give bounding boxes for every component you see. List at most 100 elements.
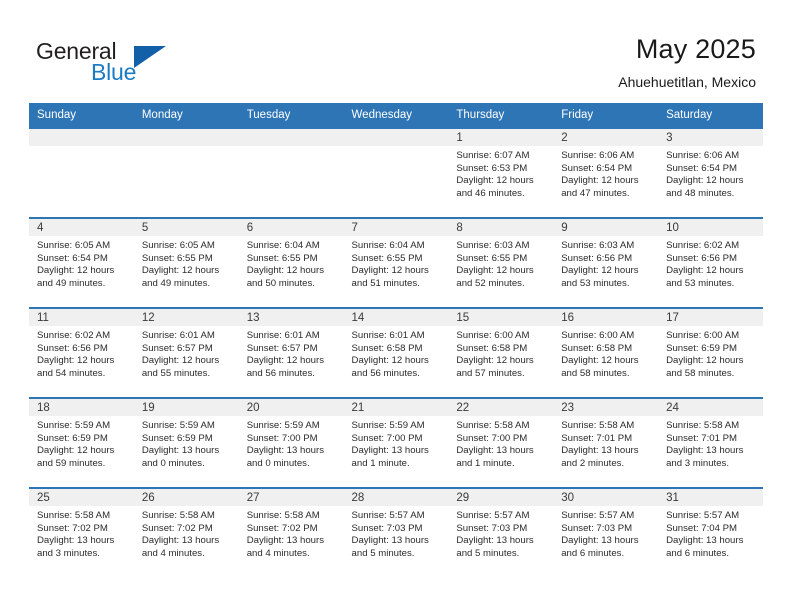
daylight-text-line1: Daylight: 12 hours bbox=[246, 355, 325, 367]
calendar-day-cell[interactable]: 25 Sunrise: 5:58 AM Sunset: 7:02 PM Dayligh… bbox=[29, 487, 134, 578]
calendar-day-cell[interactable]: 24 Sunrise: 5:58 AM Sunset: 7:01 PM Dayligh… bbox=[658, 397, 763, 488]
calendar-day-cell[interactable]: 31 Sunrise: 5:57 AM Sunset: 7:04 PM Dayligh… bbox=[658, 487, 763, 578]
calendar-day-cell[interactable]: 17 Sunrise: 6:00 AM Sunset: 6:59 PM Dayligh… bbox=[658, 307, 763, 398]
day-details: Sunrise: 6:03 AM Sunset: 6:56 PM Daylight:… bbox=[553, 236, 658, 290]
daylight-text-line1: Daylight: 12 hours bbox=[351, 355, 429, 367]
calendar-grid: Sunday Monday Tuesday Wednesday Thursday… bbox=[29, 103, 763, 578]
daylight-text-line2: and 59 minutes. bbox=[37, 457, 106, 469]
day-number: 10 bbox=[658, 220, 763, 236]
day-number: 26 bbox=[133, 490, 239, 506]
daylight-text-line1: Daylight: 12 hours bbox=[37, 445, 115, 457]
day-number: 14 bbox=[343, 310, 449, 326]
page-header: General Blue May 2025 Ahuehuetitlan, Mex… bbox=[0, 0, 792, 103]
daylight-text-line2: and 4 minutes. bbox=[141, 547, 205, 559]
calendar-day-cell[interactable]: 12 Sunrise: 6:01 AM Sunset: 6:57 PM Dayligh… bbox=[133, 307, 239, 398]
daylight-text-line1: Daylight: 13 hours bbox=[141, 445, 220, 457]
sunset-text: Sunset: 6:53 PM bbox=[456, 162, 528, 174]
calendar-day-cell[interactable]: 16 Sunrise: 6:00 AM Sunset: 6:58 PM Dayligh… bbox=[553, 307, 659, 398]
day-details: Sunrise: 6:05 AM Sunset: 6:54 PM Daylight:… bbox=[29, 236, 134, 290]
day-number: 18 bbox=[29, 400, 134, 416]
daylight-text-line2: and 49 minutes. bbox=[141, 277, 211, 289]
calendar-day-cell[interactable]: 5 Sunrise: 6:05 AM Sunset: 6:55 PM Daylight… bbox=[133, 217, 239, 308]
daylight-text-line2: and 58 minutes. bbox=[561, 367, 630, 379]
calendar-day-cell[interactable]: 10 Sunrise: 6:02 AM Sunset: 6:56 PM Dayligh… bbox=[658, 217, 763, 308]
title-block: May 2025 Ahuehuetitlan, Mexico bbox=[618, 33, 756, 91]
day-details: Sunrise: 5:59 AM Sunset: 7:00 PM Daylight:… bbox=[239, 416, 344, 470]
sunrise-text: Sunrise: 5:57 AM bbox=[351, 510, 425, 521]
sunset-text: Sunset: 7:03 PM bbox=[351, 522, 423, 534]
daylight-text-line2: and 51 minutes. bbox=[351, 277, 420, 289]
daylight-text-line1: Daylight: 12 hours bbox=[37, 355, 115, 367]
daylight-text-line1: Daylight: 13 hours bbox=[141, 535, 220, 547]
sunset-text: Sunset: 6:59 PM bbox=[141, 432, 213, 444]
calendar-day-cell[interactable]: 14 Sunrise: 6:01 AM Sunset: 6:58 PM Dayligh… bbox=[343, 307, 449, 398]
calendar-day-cell[interactable]: 15 Sunrise: 6:00 AM Sunset: 6:58 PM Dayligh… bbox=[448, 307, 554, 398]
sunrise-text: Sunrise: 6:00 AM bbox=[666, 330, 740, 341]
sunrise-text: Sunrise: 5:57 AM bbox=[666, 510, 740, 521]
calendar-day-cell[interactable]: 8 Sunrise: 6:03 AM Sunset: 6:55 PM Daylight… bbox=[448, 217, 554, 308]
calendar-day-cell[interactable]: 9 Sunrise: 6:03 AM Sunset: 6:56 PM Daylight… bbox=[553, 217, 659, 308]
sunset-text: Sunset: 6:54 PM bbox=[561, 162, 633, 174]
calendar-day-cell[interactable]: 6 Sunrise: 6:04 AM Sunset: 6:55 PM Daylight… bbox=[238, 217, 344, 308]
calendar-day-cell[interactable]: 27 Sunrise: 5:58 AM Sunset: 7:02 PM Dayligh… bbox=[238, 487, 344, 578]
sunrise-text: Sunrise: 5:58 AM bbox=[141, 510, 215, 521]
day-number: 17 bbox=[658, 310, 763, 326]
calendar-day-cell[interactable]: 29 Sunrise: 5:57 AM Sunset: 7:03 PM Dayligh… bbox=[448, 487, 554, 578]
calendar-day-cell[interactable]: 26 Sunrise: 5:58 AM Sunset: 7:02 PM Dayligh… bbox=[133, 487, 239, 578]
daylight-text-line2: and 5 minutes. bbox=[351, 547, 415, 559]
daylight-text-line2: and 5 minutes. bbox=[456, 547, 520, 559]
calendar-day-cell[interactable]: 19 Sunrise: 5:59 AM Sunset: 6:59 PM Dayligh… bbox=[133, 397, 239, 488]
daylight-text-line2: and 1 minute. bbox=[456, 457, 515, 469]
calendar-day-cell[interactable]: 1 Sunrise: 6:07 AM Sunset: 6:53 PM Daylight… bbox=[448, 127, 554, 218]
day-number bbox=[238, 130, 344, 146]
sunrise-text: Sunrise: 6:03 AM bbox=[456, 240, 530, 251]
calendar-day-cell[interactable]: 20 Sunrise: 5:59 AM Sunset: 7:00 PM Dayligh… bbox=[238, 397, 344, 488]
sunrise-text: Sunrise: 6:00 AM bbox=[561, 330, 635, 341]
sunrise-text: Sunrise: 6:04 AM bbox=[246, 240, 320, 251]
calendar-day-cell[interactable]: 4 Sunrise: 6:05 AM Sunset: 6:54 PM Daylight… bbox=[29, 217, 134, 308]
day-details: Sunrise: 6:05 AM Sunset: 6:55 PM Daylight:… bbox=[134, 236, 239, 290]
day-number bbox=[343, 130, 449, 146]
day-details: Sunrise: 6:00 AM Sunset: 6:58 PM Daylight:… bbox=[448, 326, 553, 380]
calendar-day-cell[interactable]: 30 Sunrise: 5:57 AM Sunset: 7:03 PM Dayligh… bbox=[553, 487, 659, 578]
day-details: Sunrise: 6:01 AM Sunset: 6:57 PM Daylight:… bbox=[239, 326, 344, 380]
sunrise-text: Sunrise: 5:58 AM bbox=[246, 510, 320, 521]
daylight-text-line2: and 48 minutes. bbox=[666, 187, 735, 199]
sunset-text: Sunset: 6:57 PM bbox=[141, 342, 213, 354]
day-number: 6 bbox=[238, 220, 344, 236]
calendar-cell-empty bbox=[238, 127, 344, 218]
day-number: 27 bbox=[238, 490, 344, 506]
daylight-text-line2: and 56 minutes. bbox=[246, 367, 315, 379]
calendar-day-cell[interactable]: 22 Sunrise: 5:58 AM Sunset: 7:00 PM Dayligh… bbox=[448, 397, 554, 488]
day-number: 1 bbox=[448, 130, 554, 146]
weekday-header-friday: Friday bbox=[553, 103, 659, 128]
day-number: 7 bbox=[343, 220, 449, 236]
day-number: 23 bbox=[553, 400, 659, 416]
sunrise-text: Sunrise: 6:02 AM bbox=[37, 330, 111, 341]
daylight-text-line2: and 1 minute. bbox=[351, 457, 410, 469]
calendar-day-cell[interactable]: 13 Sunrise: 6:01 AM Sunset: 6:57 PM Dayligh… bbox=[238, 307, 344, 398]
day-details: Sunrise: 5:58 AM Sunset: 7:01 PM Daylight:… bbox=[658, 416, 763, 470]
sunrise-text: Sunrise: 6:07 AM bbox=[456, 150, 530, 161]
calendar-day-cell[interactable]: 18 Sunrise: 5:59 AM Sunset: 6:59 PM Dayligh… bbox=[29, 397, 134, 488]
brand-logo[interactable]: General Blue bbox=[36, 38, 236, 88]
sunrise-text: Sunrise: 5:58 AM bbox=[561, 420, 635, 431]
calendar-day-cell[interactable]: 23 Sunrise: 5:58 AM Sunset: 7:01 PM Dayligh… bbox=[553, 397, 659, 488]
day-number: 12 bbox=[133, 310, 239, 326]
day-details: Sunrise: 6:02 AM Sunset: 6:56 PM Daylight:… bbox=[658, 236, 763, 290]
calendar-day-cell[interactable]: 21 Sunrise: 5:59 AM Sunset: 7:00 PM Dayligh… bbox=[343, 397, 449, 488]
day-number: 20 bbox=[238, 400, 344, 416]
calendar-day-cell[interactable]: 2 Sunrise: 6:06 AM Sunset: 6:54 PM Daylight… bbox=[553, 127, 659, 218]
calendar-day-cell[interactable]: 3 Sunrise: 6:06 AM Sunset: 6:54 PM Daylight… bbox=[658, 127, 763, 218]
sunrise-text: Sunrise: 5:59 AM bbox=[37, 420, 111, 431]
sunset-text: Sunset: 7:02 PM bbox=[37, 522, 108, 534]
sunset-text: Sunset: 6:56 PM bbox=[666, 252, 737, 264]
calendar-day-cell[interactable]: 28 Sunrise: 5:57 AM Sunset: 7:03 PM Dayligh… bbox=[343, 487, 449, 578]
daylight-text-line1: Daylight: 12 hours bbox=[561, 265, 639, 277]
day-number: 24 bbox=[658, 400, 763, 416]
calendar-day-cell[interactable]: 11 Sunrise: 6:02 AM Sunset: 6:56 PM Dayligh… bbox=[29, 307, 134, 398]
calendar-day-cell[interactable]: 7 Sunrise: 6:04 AM Sunset: 6:55 PM Daylight… bbox=[343, 217, 449, 308]
sunrise-text: Sunrise: 5:57 AM bbox=[561, 510, 635, 521]
daylight-text-line1: Daylight: 13 hours bbox=[456, 445, 534, 457]
day-details: Sunrise: 6:02 AM Sunset: 6:56 PM Daylight:… bbox=[29, 326, 134, 380]
